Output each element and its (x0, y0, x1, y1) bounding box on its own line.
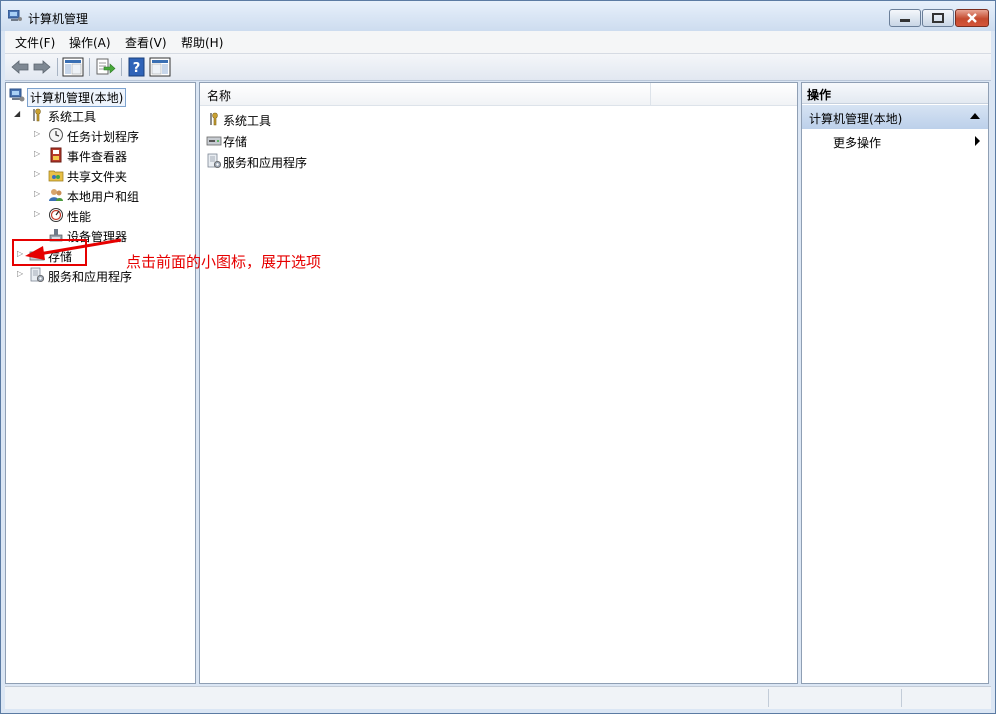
column-name-header[interactable]: 名称 (207, 87, 231, 104)
actions-header-label: 操作 (807, 88, 832, 102)
collapse-up-icon[interactable] (970, 113, 980, 119)
show-hide-action-pane-icon[interactable] (149, 57, 171, 77)
system-tools-icon (33, 108, 41, 122)
minimize-button[interactable] (889, 9, 921, 27)
expand-arrow-icon[interactable]: ▷ (34, 209, 43, 218)
tree-item-label: 事件查看器 (67, 150, 128, 164)
tree-item-label: 任务计划程序 (67, 130, 140, 144)
status-bar (5, 686, 991, 709)
back-icon[interactable] (9, 57, 31, 77)
shared-folder-icon (48, 170, 64, 182)
forward-icon[interactable] (31, 57, 53, 77)
clock-icon (49, 128, 63, 142)
console-tree[interactable]: 计算机管理(本地) ◢ 系统工具 ▷ 任务计划程序 ▷ 事件查看器 ▷ 共享文件… (5, 82, 196, 684)
event-viewer-icon (50, 147, 62, 163)
tree-root[interactable]: 计算机管理(本地) (9, 86, 194, 107)
menu-view[interactable]: 查看(V) (125, 34, 167, 51)
services-applications-icon (207, 153, 222, 169)
maximize-button[interactable] (922, 9, 954, 27)
services-applications-icon (30, 267, 45, 283)
main-content: 计算机管理(本地) ◢ 系统工具 ▷ 任务计划程序 ▷ 事件查看器 ▷ 共享文件… (5, 82, 991, 684)
list-item-label: 系统工具 (223, 114, 272, 128)
actions-section-header[interactable]: 计算机管理(本地) (802, 105, 988, 129)
expand-arrow-icon[interactable]: ▷ (34, 149, 43, 158)
window-title: 计算机管理 (28, 12, 89, 26)
close-icon (967, 13, 977, 23)
tree-item-label: 系统工具 (48, 110, 97, 124)
actions-pane: 操作 计算机管理(本地) 更多操作 (801, 82, 989, 684)
tree-item-label: 共享文件夹 (67, 170, 128, 184)
expand-arrow-icon[interactable]: ▷ (34, 129, 43, 138)
menu-bar: 文件(F) 操作(A) 查看(V) 帮助(H) (5, 31, 991, 54)
tree-item-local-users[interactable]: ▷ 本地用户和组 (34, 186, 194, 204)
submenu-arrow-icon (975, 136, 980, 146)
close-button[interactable] (955, 9, 989, 27)
tree-item-label: 服务和应用程序 (48, 270, 133, 284)
computer-management-icon (9, 88, 25, 102)
more-actions-item[interactable]: 更多操作 (802, 131, 988, 151)
more-actions-label: 更多操作 (833, 136, 882, 150)
results-pane[interactable]: 名称 系统工具 存储 服务和应用程序 (199, 82, 798, 684)
minimize-icon (900, 19, 910, 22)
performance-icon (49, 208, 63, 222)
list-item-label: 存储 (223, 135, 248, 149)
tree-item-event-viewer[interactable]: ▷ 事件查看器 (34, 146, 194, 164)
toolbar-separator (89, 58, 90, 76)
column-header: 名称 (200, 83, 797, 106)
expand-arrow-icon[interactable]: ▷ (17, 269, 26, 278)
tree-item-label: 性能 (67, 210, 92, 224)
annotation-text: 点击前面的小图标，展开选项 (126, 253, 322, 271)
status-divider (768, 689, 769, 707)
help-icon[interactable]: ? (126, 57, 148, 77)
tree-item-system-tools[interactable]: ◢ 系统工具 (14, 106, 194, 124)
actions-header: 操作 (802, 83, 988, 104)
tree-root-label: 计算机管理(本地) (27, 88, 127, 107)
show-hide-console-tree-icon[interactable] (62, 57, 84, 77)
maximize-icon (932, 13, 944, 23)
menu-file[interactable]: 文件(F) (15, 34, 55, 51)
svg-text:?: ? (133, 61, 141, 76)
tree-item-performance[interactable]: ▷ 性能 (34, 206, 194, 224)
menu-help[interactable]: 帮助(H) (181, 34, 223, 51)
toolbar: ? (5, 54, 991, 81)
toolbar-separator (121, 58, 122, 76)
users-icon (49, 189, 63, 201)
status-divider (901, 689, 902, 707)
toolbar-separator (57, 58, 58, 76)
export-list-icon[interactable] (94, 57, 116, 77)
tree-item-task-scheduler[interactable]: ▷ 任务计划程序 (34, 126, 194, 144)
expand-arrow-icon[interactable]: ▷ (34, 169, 43, 178)
actions-section-label: 计算机管理(本地) (809, 112, 903, 126)
annotation-arrow-icon (25, 238, 122, 260)
column-divider[interactable] (650, 83, 651, 105)
computer-management-icon (8, 10, 22, 21)
title-bar[interactable]: 计算机管理 (1, 1, 995, 31)
app-window: 计算机管理 文件(F) 操作(A) 查看(V) 帮助(H) ? 计算机管理(本地… (0, 0, 996, 714)
tree-item-shared-folders[interactable]: ▷ 共享文件夹 (34, 166, 194, 184)
list-item-label: 服务和应用程序 (223, 156, 308, 170)
collapse-arrow-icon[interactable]: ◢ (14, 109, 23, 118)
expand-arrow-icon[interactable]: ▷ (34, 189, 43, 198)
tree-item-label: 本地用户和组 (67, 190, 140, 204)
system-tools-icon (210, 112, 218, 126)
storage-icon (206, 136, 222, 146)
menu-action[interactable]: 操作(A) (69, 34, 111, 51)
